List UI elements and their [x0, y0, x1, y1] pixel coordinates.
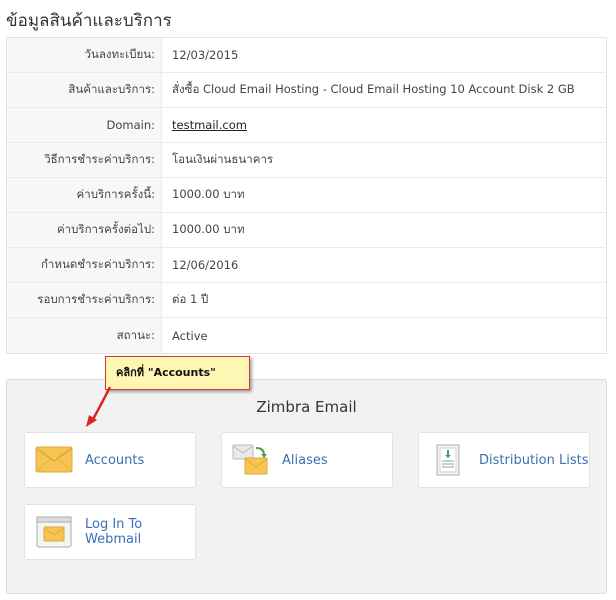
detail-label: รอบการชำระค่าบริการ:	[7, 283, 162, 317]
webmail-window-icon	[35, 516, 75, 548]
detail-label: วันลงทะเบียน:	[7, 38, 162, 72]
document-list-icon	[429, 444, 469, 476]
status-value: Active	[162, 318, 606, 353]
detail-row-registration-date: วันลงทะเบียน: 12/03/2015	[7, 38, 606, 73]
detail-label: Domain:	[7, 108, 162, 142]
detail-row-payment-method: วิธีการชำระค่าบริการ: โอนเงินผ่านธนาคาร	[7, 143, 606, 178]
detail-value: testmail.com	[162, 108, 606, 142]
detail-value: ต่อ 1 ปี	[162, 283, 606, 317]
detail-label: สินค้าและบริการ:	[7, 73, 162, 107]
detail-value: 12/06/2016	[162, 248, 606, 282]
service-details-table: วันลงทะเบียน: 12/03/2015 สินค้าและบริการ…	[6, 37, 607, 354]
pointer-arrow-icon	[86, 386, 112, 427]
detail-label: กำหนดชำระค่าบริการ:	[7, 248, 162, 282]
detail-label: สถานะ:	[7, 318, 162, 353]
detail-row-current-fee: ค่าบริการครั้งนี้: 1000.00 บาท	[7, 178, 606, 213]
accounts-button[interactable]: Accounts	[24, 432, 196, 488]
detail-label: ค่าบริการครั้งนี้:	[7, 178, 162, 212]
detail-value: สั่งซื้อ Cloud Email Hosting - Cloud Ema…	[162, 73, 606, 107]
tile-label: Aliases	[282, 452, 328, 468]
detail-row-due-date: กำหนดชำระค่าบริการ: 12/06/2016	[7, 248, 606, 283]
detail-value: 12/03/2015	[162, 38, 606, 72]
domain-link[interactable]: testmail.com	[172, 118, 247, 132]
detail-label: ค่าบริการครั้งต่อไป:	[7, 213, 162, 247]
detail-row-product: สินค้าและบริการ: สั่งซื้อ Cloud Email Ho…	[7, 73, 606, 108]
tile-label: Log In To Webmail	[85, 517, 143, 547]
detail-label: วิธีการชำระค่าบริการ:	[7, 143, 162, 177]
instruction-callout: คลิกที่ "Accounts"	[105, 356, 250, 390]
page-title: ข้อมูลสินค้าและบริการ	[6, 11, 172, 31]
detail-row-billing-cycle: รอบการชำระค่าบริการ: ต่อ 1 ปี	[7, 283, 606, 318]
detail-row-status: สถานะ: Active	[7, 318, 606, 353]
detail-value: โอนเงินผ่านธนาคาร	[162, 143, 606, 177]
aliases-button[interactable]: Aliases	[221, 432, 393, 488]
distribution-lists-button[interactable]: Distribution Lists	[418, 432, 590, 488]
forward-mail-icon	[232, 444, 272, 476]
envelope-icon	[35, 444, 75, 476]
detail-value: 1000.00 บาท	[162, 178, 606, 212]
tile-label: Distribution Lists	[479, 452, 589, 468]
detail-row-next-fee: ค่าบริการครั้งต่อไป: 1000.00 บาท	[7, 213, 606, 248]
tile-label: Accounts	[85, 452, 145, 468]
detail-row-domain: Domain: testmail.com	[7, 108, 606, 143]
detail-value: 1000.00 บาท	[162, 213, 606, 247]
webmail-login-button[interactable]: Log In To Webmail	[24, 504, 196, 560]
